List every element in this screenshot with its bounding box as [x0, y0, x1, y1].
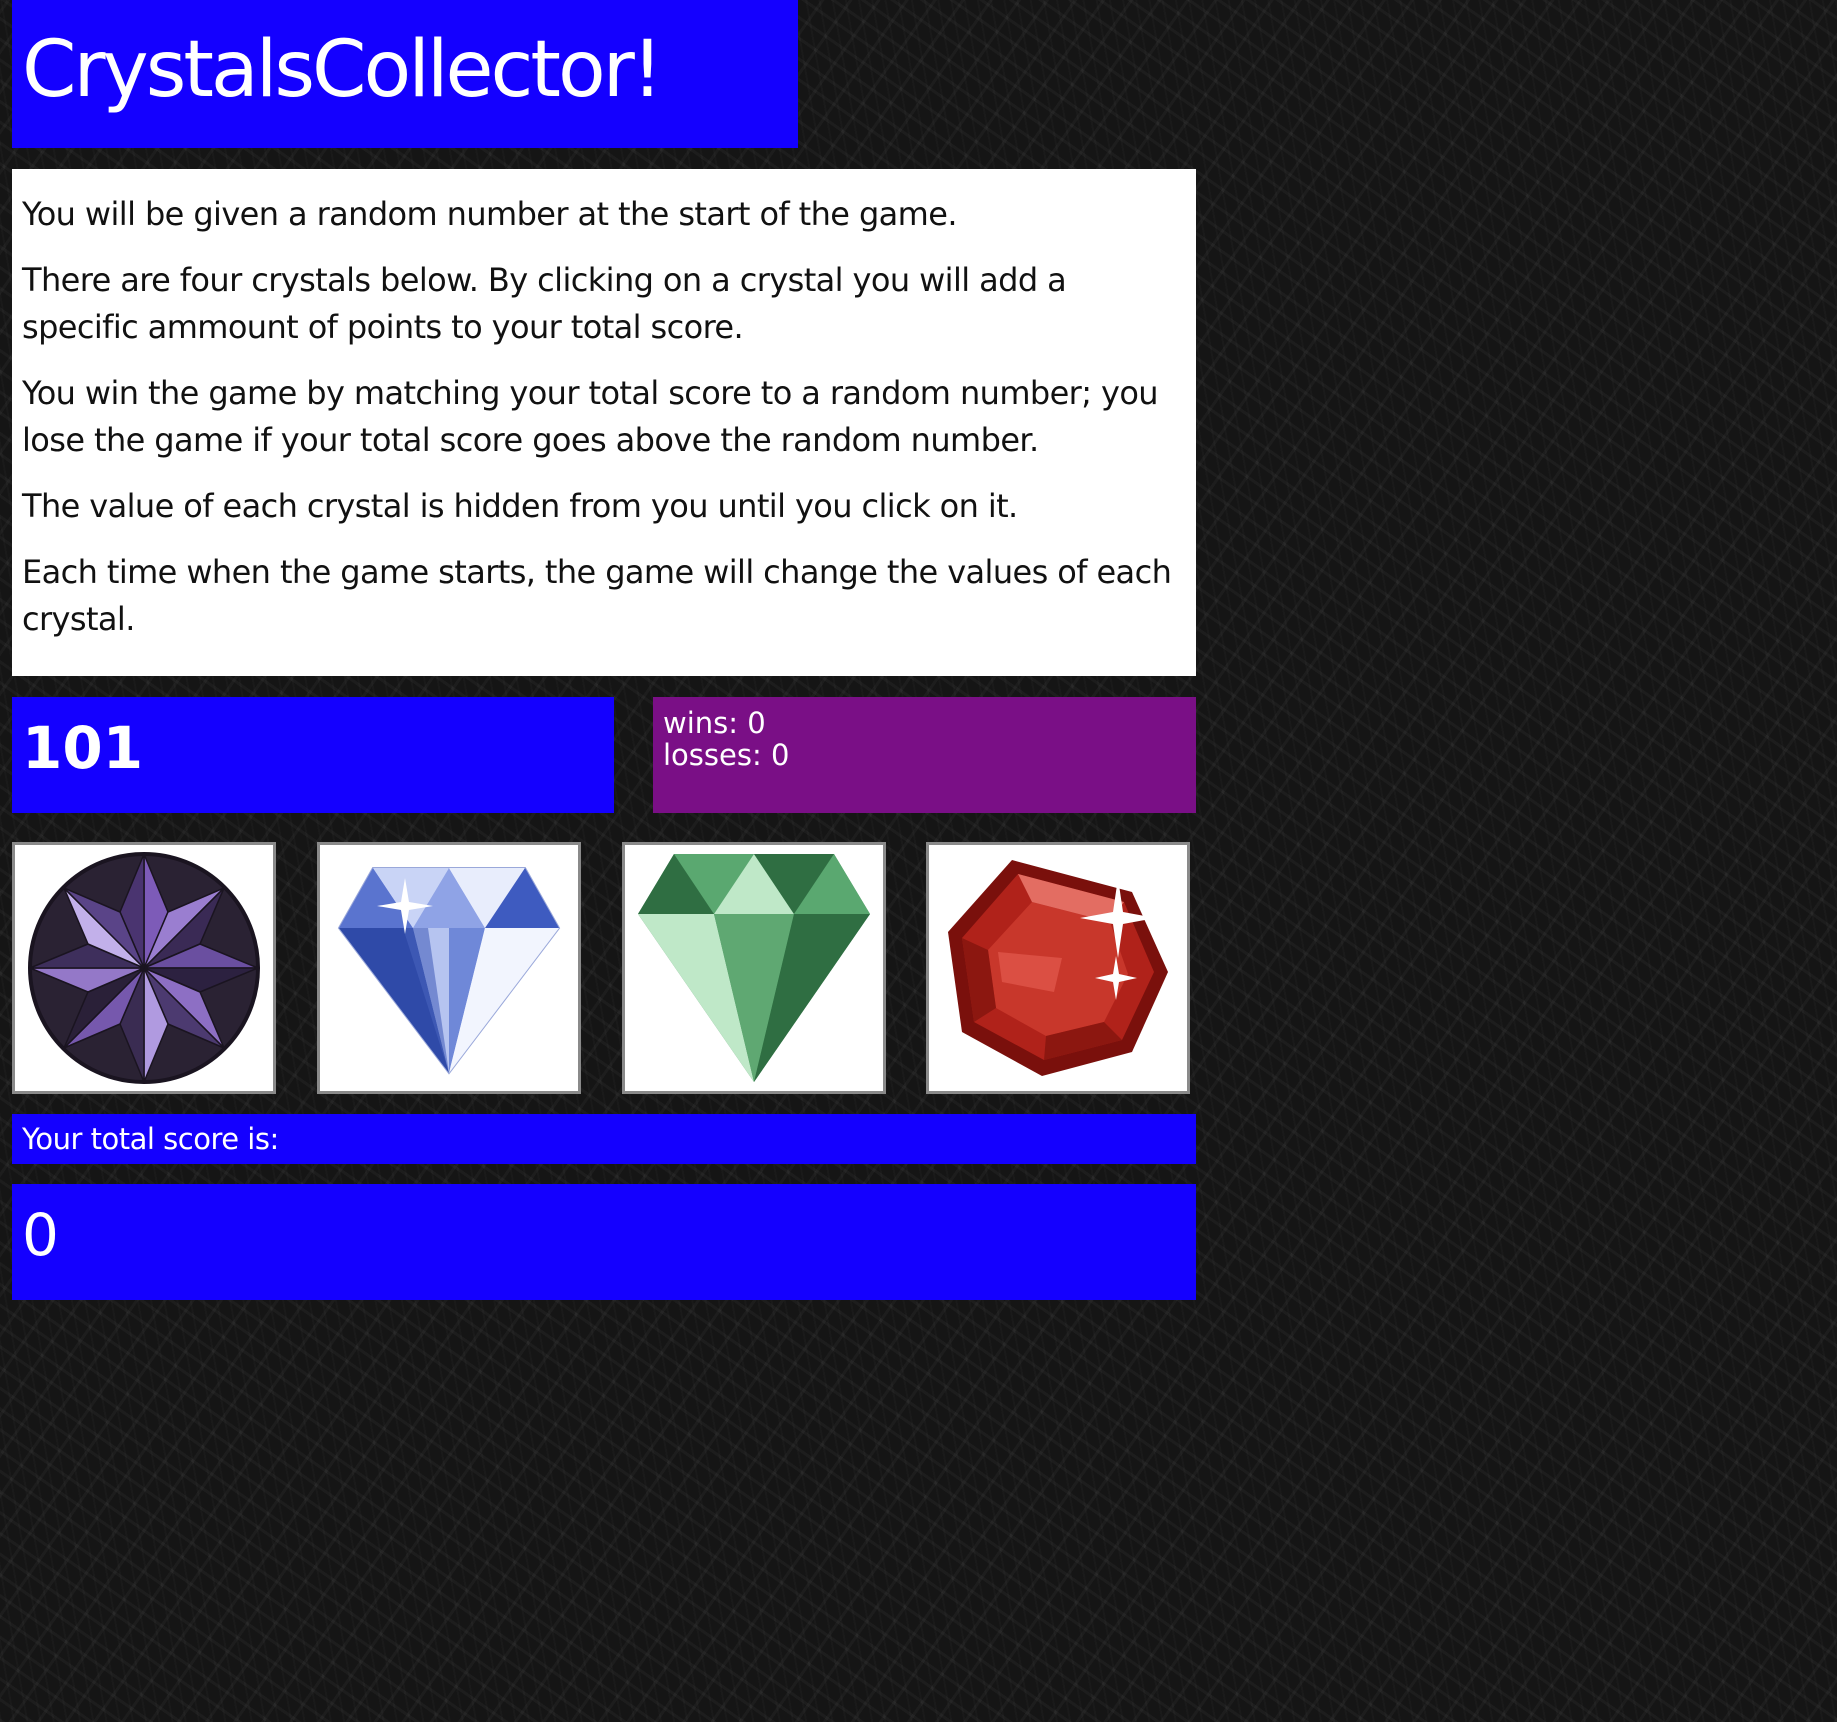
red-ruby-icon	[948, 860, 1168, 1076]
instruction-line: You win the game by matching your total …	[22, 374, 1159, 459]
instructions-panel: You will be given a random number at the…	[12, 169, 1196, 676]
instruction-line: You will be given a random number at the…	[22, 195, 958, 233]
crystal-button-green[interactable]	[622, 842, 886, 1094]
losses-counter: losses: 0	[663, 738, 790, 772]
total-score-value: 0	[22, 1201, 59, 1269]
instruction-line: The value of each crystal is hidden from…	[22, 487, 1018, 525]
total-score-label: Your total score is:	[12, 1114, 1196, 1164]
instruction-line: Each time when the game starts, the game…	[22, 553, 1172, 638]
crystal-button-blue[interactable]	[317, 842, 581, 1094]
wins-counter: wins: 0	[663, 706, 766, 740]
crystal-button-purple[interactable]	[12, 842, 276, 1094]
instruction-line: There are four crystals below. By clicki…	[22, 261, 1067, 346]
page-title: CrystalsCollector!	[22, 25, 663, 115]
blue-diamond-icon	[337, 867, 561, 1075]
green-emerald-icon	[638, 854, 870, 1082]
random-number-panel: 101	[12, 697, 614, 813]
crystal-button-red[interactable]	[926, 842, 1190, 1094]
title-banner: CrystalsCollector!	[12, 0, 798, 148]
win-loss-panel: wins: 0 losses: 0	[653, 697, 1196, 813]
purple-round-gem-icon	[28, 852, 260, 1084]
random-number: 101	[22, 714, 144, 782]
total-score-panel: 0	[12, 1184, 1196, 1300]
